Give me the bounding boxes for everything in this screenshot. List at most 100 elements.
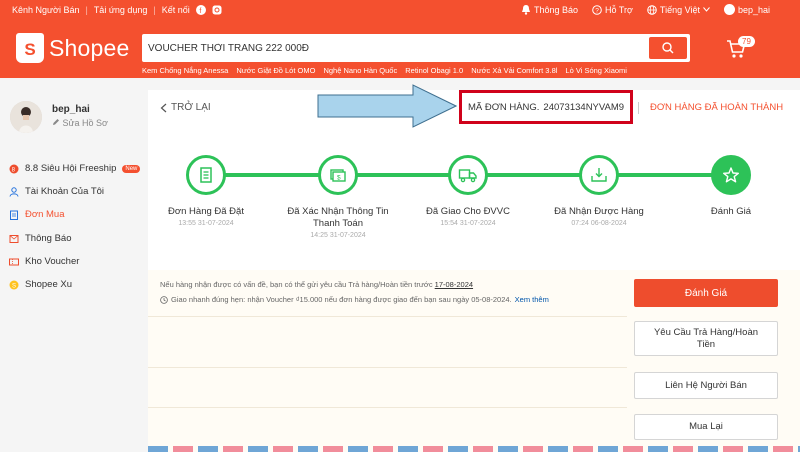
connect-label: Kết nối <box>161 5 190 15</box>
header: Kênh Người Bán | Tải ứng dụng | Kết nối … <box>0 0 800 78</box>
keyword-link[interactable]: Nước Giặt Đồ Lót OMO <box>236 66 315 75</box>
return-notice-text: Nếu hàng nhận được có vấn đề, bạn có thể… <box>160 280 433 289</box>
user-icon <box>9 186 19 197</box>
shopping-bag-icon: S <box>16 33 44 63</box>
step-time: 13:55 31-07-2024 <box>178 220 234 227</box>
voucher-icon <box>9 258 19 265</box>
notification-icon <box>9 234 19 243</box>
sidebar-item-notifications[interactable]: Thông Báo <box>9 233 71 244</box>
receipt-icon <box>200 167 212 183</box>
sidebar-item-freeship[interactable]: 8 8.8 Siêu Hội Freeship New <box>9 163 141 174</box>
clipboard-icon <box>10 210 18 220</box>
buy-again-button[interactable]: Mua Lại <box>634 414 778 440</box>
step-circle <box>186 155 226 195</box>
step-label: Đã Giao Cho ĐVVC <box>426 206 510 217</box>
shopee-logo[interactable]: S Shopee <box>16 33 130 63</box>
return-request-button[interactable]: Yêu Cầu Trả Hàng/Hoàn Tiền <box>634 321 778 356</box>
new-badge: New <box>122 164 141 173</box>
facebook-icon[interactable]: f <box>195 5 206 15</box>
back-label: TRỞ LẠI <box>171 102 211 113</box>
step-label: Đánh Giá <box>710 206 752 217</box>
row-divider <box>148 367 627 368</box>
chevron-left-icon <box>160 103 167 112</box>
sidebar-item-label: Thông Báo <box>25 233 72 244</box>
sidebar-item-vouchers[interactable]: Kho Voucher <box>9 256 79 267</box>
star-icon <box>723 167 739 183</box>
download-app-link[interactable]: Tải ứng dụng <box>94 5 148 15</box>
keyword-link[interactable]: Nước Xả Vải Comfort 3.8l <box>471 66 557 75</box>
truck-icon <box>458 169 477 183</box>
step-received: Đã Nhận Được Hàng 07:24 06-08-2024 <box>539 155 659 227</box>
promo-icon: 8 <box>9 164 19 173</box>
return-notice: Nếu hàng nhận được có vấn đề, bạn có thể… <box>160 280 473 289</box>
order-status: ĐƠN HÀNG ĐÃ HOÀN THÀNH <box>650 102 784 113</box>
keyword-link[interactable]: Kem Chống Nắng Anessa <box>142 66 228 75</box>
keyword-link[interactable]: Retinol Obagi 1.0 <box>405 66 463 75</box>
contact-seller-button[interactable]: Liên Hệ Người Bán <box>634 372 778 399</box>
edit-profile-link[interactable]: Sửa Hồ Sơ <box>52 118 108 128</box>
search-keywords: Kem Chống Nắng Anessa Nước Giặt Đồ Lót O… <box>142 66 627 75</box>
sidebar-item-label: Kho Voucher <box>25 256 80 267</box>
cart-count-badge: 79 <box>738 36 755 47</box>
step-time: 07:24 06-08-2024 <box>571 220 627 227</box>
order-code-highlight: MÃ ĐƠN HÀNG. 24073134NYVAM9 <box>459 90 633 124</box>
back-button[interactable]: TRỞ LẠI <box>160 102 211 113</box>
support-label: Hỗ Trợ <box>605 4 633 15</box>
svg-text:f: f <box>199 8 201 15</box>
search-button[interactable] <box>649 37 687 59</box>
keyword-link[interactable]: Nghệ Nano Hàn Quốc <box>323 66 397 75</box>
search-input[interactable] <box>148 40 638 56</box>
sidebar-item-shopee-xu[interactable]: S Shopee Xu <box>9 279 72 290</box>
step-review: Đánh Giá <box>671 155 791 218</box>
see-more-link[interactable]: Xem thêm <box>515 295 549 304</box>
instagram-icon[interactable] <box>212 5 222 15</box>
step-time: 15:54 31-07-2024 <box>440 220 496 227</box>
rate-button[interactable]: Đánh Giá <box>634 279 778 307</box>
separator: | <box>153 5 156 15</box>
row-divider <box>148 407 627 408</box>
sidebar-item-account[interactable]: Tài Khoản Của Tôi <box>9 186 104 197</box>
step-time: 14:25 31-07-2024 <box>310 232 366 239</box>
divider <box>638 102 639 114</box>
search-icon <box>662 42 674 54</box>
language-label: Tiếng Việt <box>659 4 700 15</box>
money-icon: $ <box>330 169 346 182</box>
return-deadline: 17-08-2024 <box>434 280 474 289</box>
step-circle <box>448 155 488 195</box>
language-selector[interactable]: Tiếng Việt <box>647 5 710 15</box>
clock-icon <box>160 295 168 304</box>
avatar[interactable] <box>10 101 42 133</box>
notifications-link[interactable]: Thông Báo <box>521 4 578 15</box>
envelope-border <box>148 446 800 452</box>
step-circle <box>579 155 619 195</box>
sidebar-item-orders[interactable]: Đơn Mua <box>9 209 65 220</box>
sidebar-item-label: Tài Khoản Của Tôi <box>25 186 105 197</box>
arrow-annotation <box>317 84 457 128</box>
inbox-download-icon <box>591 168 607 182</box>
sidebar-item-label: Đơn Mua <box>25 209 65 220</box>
user-photo-icon <box>10 101 42 133</box>
row-divider <box>148 316 627 317</box>
support-link[interactable]: ? Hỗ Trợ <box>592 5 633 15</box>
step-circle <box>711 155 751 195</box>
account-username: bep_hai <box>737 4 770 15</box>
delivery-notice: Giao nhanh đúng hẹn: nhận Voucher ₫15.00… <box>160 295 549 304</box>
step-label: Đã Xác Nhận Thông Tin Thanh Toán <box>287 206 389 229</box>
step-payment-confirmed: $ Đã Xác Nhận Thông Tin Thanh Toán 14:25… <box>278 155 398 239</box>
sidebar-item-label: 8.8 Siêu Hội Freeship <box>25 163 117 174</box>
user-avatar-small <box>723 4 735 15</box>
step-label: Đã Nhận Được Hàng <box>554 206 644 217</box>
seller-centre-link[interactable]: Kênh Người Bán <box>12 5 79 15</box>
account-menu[interactable]: bep_hai <box>723 4 770 15</box>
logo-letter: S <box>24 40 36 59</box>
separator: | <box>85 5 88 15</box>
logo-wordmark: Shopee <box>49 34 130 61</box>
keyword-link[interactable]: Lò Vi Sóng Xiaomi <box>565 66 627 75</box>
globe-icon <box>647 4 657 15</box>
profile-username: bep_hai <box>52 104 90 115</box>
sidebar-item-label: Shopee Xu <box>25 279 73 290</box>
top-bar: Kênh Người Bán | Tải ứng dụng | Kết nối … <box>0 0 800 22</box>
step-circle: $ <box>318 155 358 195</box>
order-code-label: MÃ ĐƠN HÀNG. <box>467 101 540 113</box>
notifications-label: Thông Báo <box>533 4 579 15</box>
